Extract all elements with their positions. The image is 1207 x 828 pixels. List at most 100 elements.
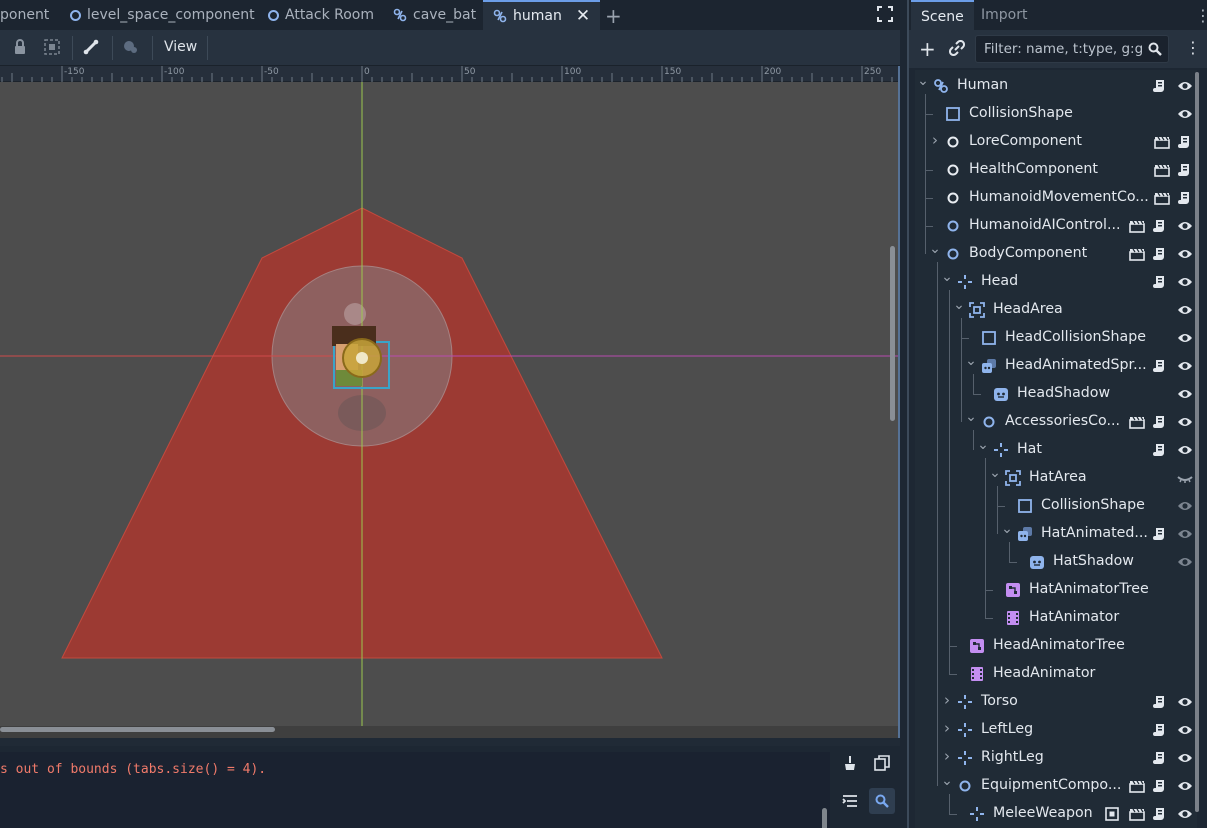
visibility-eye-icon[interactable] xyxy=(1177,751,1192,765)
scene-tree[interactable]: ⌄ Human CollisionShape › LoreComponent Health… xyxy=(915,70,1197,828)
visibility-eye-icon[interactable] xyxy=(1177,275,1192,289)
chevron-down-icon[interactable]: ⌄ xyxy=(989,465,1001,481)
view-menu[interactable]: View xyxy=(164,39,197,55)
tree-node-lorecomponent[interactable]: › LoreComponent xyxy=(915,128,1197,156)
filter-input[interactable] xyxy=(984,40,1144,58)
visibility-eye-icon[interactable] xyxy=(1177,779,1192,793)
script-icon[interactable] xyxy=(1153,219,1167,233)
tree-node-humanoidaicontrol[interactable]: HumanoidAIControl... xyxy=(915,212,1197,240)
visibility-eye-icon[interactable] xyxy=(1177,303,1192,317)
script-icon[interactable] xyxy=(1153,79,1167,93)
tab-human[interactable]: human ✕ xyxy=(483,0,601,30)
tab-attack-room[interactable]: Attack Room xyxy=(268,0,374,30)
chevron-down-icon[interactable]: ⌄ xyxy=(1001,521,1013,537)
tab-cave-bat[interactable]: cave_bat xyxy=(393,0,476,30)
panel-resize-handle[interactable] xyxy=(0,738,900,746)
tree-node-headshadow[interactable]: HeadShadow xyxy=(915,380,1197,408)
horizontal-scrollbar[interactable] xyxy=(0,727,275,732)
skeleton-tool-icon[interactable] xyxy=(123,39,139,59)
tree-node-headanimatortree[interactable]: HeadAnimatorTree xyxy=(915,632,1197,660)
link-icon[interactable] xyxy=(948,39,966,60)
visibility-eye-icon[interactable] xyxy=(1177,443,1192,457)
instanced-scene-icon[interactable] xyxy=(1154,135,1170,149)
instanced-scene-icon[interactable] xyxy=(1129,415,1145,429)
clear-output-button[interactable] xyxy=(837,750,863,776)
tree-node-hatanimator[interactable]: HatAnimator xyxy=(915,604,1197,632)
visibility-eye-icon[interactable] xyxy=(1177,331,1192,345)
script-icon[interactable] xyxy=(1153,415,1167,429)
canvas-viewport[interactable]: -150 -100 -50 0 50 100 150 200 250 xyxy=(0,66,900,738)
tab-import[interactable]: Import xyxy=(981,0,1027,30)
tab-scene[interactable]: Scene xyxy=(911,0,974,30)
vertical-scrollbar[interactable] xyxy=(890,246,895,421)
chevron-down-icon[interactable]: ⌄ xyxy=(965,409,977,425)
visibility-eye-icon[interactable] xyxy=(1177,387,1192,401)
instanced-scene-icon[interactable] xyxy=(1129,807,1145,821)
chevron-right-icon[interactable]: › xyxy=(941,691,953,709)
instanced-scene-icon[interactable] xyxy=(1129,219,1145,233)
dock-options-icon[interactable]: ⋮ xyxy=(1195,6,1207,25)
script-icon[interactable] xyxy=(1153,779,1167,793)
visibility-eye-icon[interactable] xyxy=(1177,107,1192,121)
tree-node-bodycomponent[interactable]: ⌄ BodyComponent xyxy=(915,240,1197,268)
unique-name-icon[interactable] xyxy=(1105,807,1119,821)
chevron-down-icon[interactable]: ⌄ xyxy=(965,353,977,369)
tree-node-healthcomponent[interactable]: HealthComponent xyxy=(915,156,1197,184)
tree-node-collisionshape[interactable]: CollisionShape xyxy=(915,100,1197,128)
script-icon[interactable] xyxy=(1153,275,1167,289)
visibility-eye-icon[interactable] xyxy=(1177,415,1192,429)
tree-node-headanimator[interactable]: HeadAnimator xyxy=(915,660,1197,688)
script-icon[interactable] xyxy=(1153,359,1167,373)
tab-level-space-component[interactable]: level_space_component xyxy=(70,0,255,30)
toggle-search-button[interactable] xyxy=(869,788,895,814)
instanced-scene-icon[interactable] xyxy=(1154,163,1170,177)
visibility-eye-icon[interactable] xyxy=(1177,247,1192,261)
script-icon[interactable] xyxy=(1178,135,1192,149)
visibility-eye-icon[interactable] xyxy=(1177,527,1192,541)
tree-node-hatshadow[interactable]: HatShadow xyxy=(915,548,1197,576)
script-icon[interactable] xyxy=(1153,695,1167,709)
script-icon[interactable] xyxy=(1153,751,1167,765)
script-icon[interactable] xyxy=(1153,723,1167,737)
tree-node-leftleg[interactable]: › LeftLeg xyxy=(915,716,1197,744)
tree-node-humanoidmovementco[interactable]: HumanoidMovementCo... xyxy=(915,184,1197,212)
visibility-eye-icon[interactable] xyxy=(1177,359,1192,373)
chevron-down-icon[interactable]: ⌄ xyxy=(977,437,989,453)
chevron-right-icon[interactable]: › xyxy=(941,747,953,765)
tree-node-headanimatedspr[interactable]: ⌄ HeadAnimatedSpr... xyxy=(915,352,1197,380)
instanced-scene-icon[interactable] xyxy=(1154,191,1170,205)
visibility-eye-icon[interactable] xyxy=(1177,555,1192,569)
visibility-eye-icon[interactable] xyxy=(1177,723,1192,737)
chevron-right-icon[interactable]: › xyxy=(941,719,953,737)
output-log[interactable]: s out of bounds (tabs.size() = 4). xyxy=(0,752,830,828)
chevron-down-icon[interactable]: ⌄ xyxy=(941,269,953,285)
script-icon[interactable] xyxy=(1153,443,1167,457)
scene-tree-scrollbar[interactable] xyxy=(1195,72,1199,812)
chevron-down-icon[interactable]: ⌄ xyxy=(953,297,965,313)
tree-node-collisionshape[interactable]: CollisionShape xyxy=(915,492,1197,520)
visibility-eye-icon[interactable] xyxy=(1177,695,1192,709)
scene-menu-icon[interactable]: ⋮ xyxy=(1185,38,1201,57)
add-node-button[interactable]: + xyxy=(919,37,936,61)
tree-node-hatarea[interactable]: ⌄ HatArea xyxy=(915,464,1197,492)
node-filter-field[interactable] xyxy=(975,35,1169,63)
tree-node-hat[interactable]: ⌄ Hat xyxy=(915,436,1197,464)
tree-node-human[interactable]: ⌄ Human xyxy=(915,72,1197,100)
script-icon[interactable] xyxy=(1153,247,1167,261)
output-scrollbar[interactable] xyxy=(822,808,827,828)
toggle-tree-button[interactable] xyxy=(837,788,863,814)
copy-output-button[interactable] xyxy=(869,750,895,776)
visibility-hidden-icon[interactable] xyxy=(1177,471,1193,485)
close-icon[interactable]: ✕ xyxy=(576,6,590,26)
lock-icon[interactable] xyxy=(12,39,28,59)
tree-node-hatanimatortree[interactable]: HatAnimatorTree xyxy=(915,576,1197,604)
fullscreen-icon[interactable] xyxy=(877,6,893,26)
tree-node-rightleg[interactable]: › RightLeg xyxy=(915,744,1197,772)
tree-node-equipmentcompo[interactable]: ⌄ EquipmentCompo... xyxy=(915,772,1197,800)
script-icon[interactable] xyxy=(1178,191,1192,205)
tree-node-torso[interactable]: › Torso xyxy=(915,688,1197,716)
chevron-down-icon[interactable]: ⌄ xyxy=(917,73,929,89)
visibility-eye-icon[interactable] xyxy=(1177,807,1192,821)
group-icon[interactable] xyxy=(44,39,60,59)
chevron-down-icon[interactable]: ⌄ xyxy=(929,241,941,257)
